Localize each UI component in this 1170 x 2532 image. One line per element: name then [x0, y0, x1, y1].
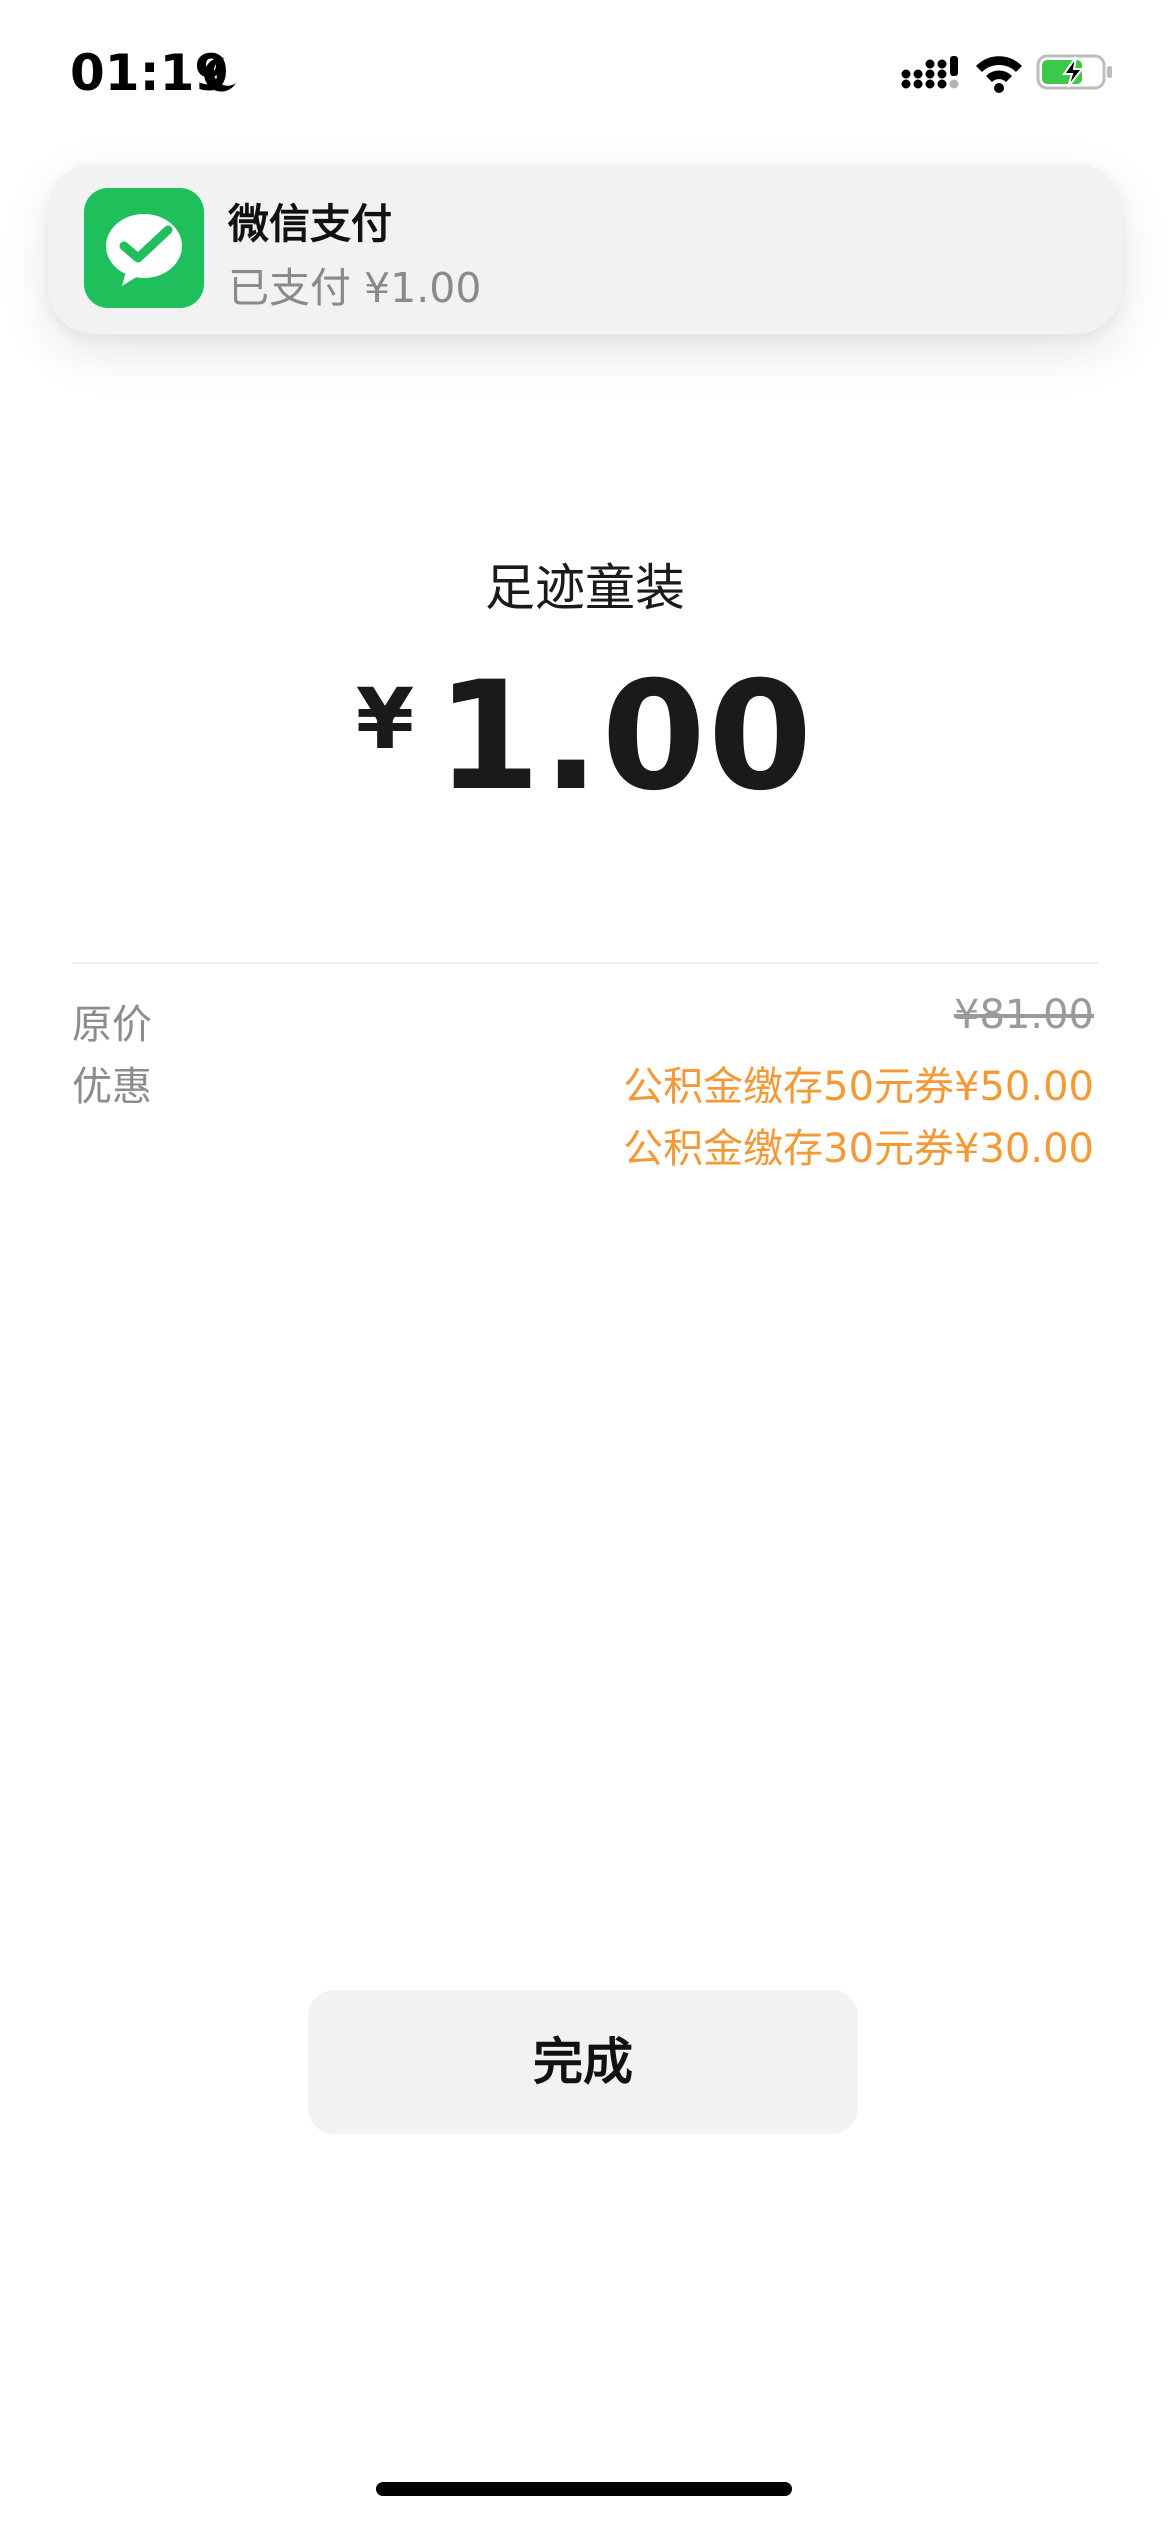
wechat-pay-notification[interactable]: 微信支付 已支付 ¥1.00	[48, 164, 1122, 334]
amount-value: 1.00	[436, 650, 815, 824]
discount-label: 优惠	[72, 1064, 152, 1110]
original-price-value: ¥81.00	[954, 992, 1094, 1038]
notification-message: 已支付 ¥1.00	[228, 264, 482, 312]
moon-icon	[204, 57, 236, 92]
battery-charging-icon	[1036, 54, 1112, 90]
original-price-label: 原价	[72, 1002, 152, 1048]
discount-item: 公积金缴存50元券¥50.00	[623, 1064, 1094, 1110]
discount-item: 公积金缴存30元券¥30.00	[623, 1126, 1094, 1172]
done-button[interactable]: 完成	[308, 1990, 858, 2134]
status-bar: 01:19	[0, 0, 1170, 140]
merchant-name: 足迹童装	[485, 559, 685, 617]
divider	[72, 962, 1098, 964]
wechat-pay-icon	[84, 188, 204, 308]
cellular-signal-icon	[901, 56, 959, 89]
payment-amount: ¥1.00	[0, 650, 1170, 824]
notification-title: 微信支付	[228, 200, 392, 248]
done-button-label: 完成	[533, 2034, 633, 2090]
currency-symbol: ¥	[355, 670, 415, 768]
wifi-icon	[976, 56, 1022, 93]
home-indicator[interactable]	[376, 2482, 792, 2496]
